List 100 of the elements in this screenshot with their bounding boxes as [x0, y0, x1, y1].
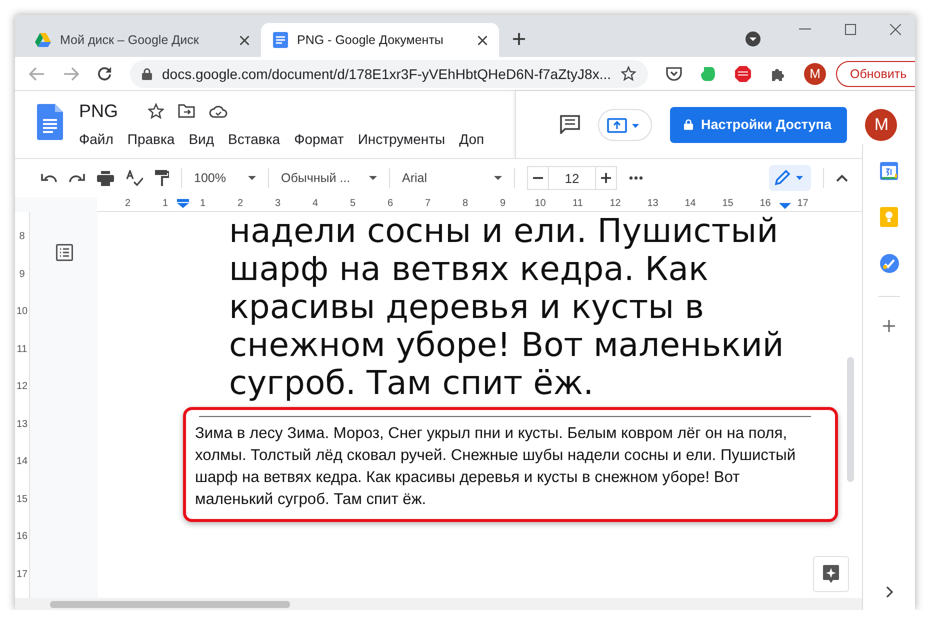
ruler-number: 10 [16, 305, 28, 319]
star-icon[interactable] [148, 103, 164, 119]
caret-icon [494, 176, 502, 180]
outline-icon[interactable] [56, 244, 72, 261]
triangle-logo-icon [35, 33, 51, 47]
ruler-number: 11 [16, 342, 28, 356]
ruler-number: 2 [236, 197, 244, 211]
redo-icon[interactable] [69, 173, 85, 183]
account-avatar[interactable]: M [865, 108, 898, 140]
menu-item[interactable]: Формат [294, 131, 344, 147]
minimize-icon[interactable] [799, 28, 811, 30]
scrollbar-thumb[interactable] [50, 600, 290, 608]
document-icon[interactable] [37, 104, 63, 140]
share-button[interactable]: Настройки Доступа [670, 106, 848, 142]
style-dropdown[interactable]: Обычный ... [281, 166, 377, 190]
menu-item[interactable]: Вставка [228, 131, 280, 147]
document-title[interactable]: PNG [79, 100, 118, 122]
indent-marker-icon[interactable] [177, 199, 189, 208]
close-icon[interactable] [240, 36, 249, 44]
reload-icon[interactable] [97, 66, 112, 81]
paint-roller-icon[interactable] [155, 170, 169, 186]
text-line: сугроб. Там спит ёж. [229, 364, 595, 402]
pocket-icon[interactable] [666, 66, 682, 81]
chevron-right-icon[interactable] [886, 586, 892, 598]
plus-icon [512, 32, 526, 46]
close-icon[interactable] [890, 24, 901, 34]
pasted-paragraph: Зима в лесу Зима. Мороз, Снег укрыл пни и кусты. Белым ковром лёг он на поля, холмы. Толстый лёд сковал ручей. Снежные шубы надели сосны и ели. Пушистый шарф на ветвях кедра. Как красивы деревья и кусты в снежном уборе! Вот маленький сугроб. Там спит ёж. [195, 424, 797, 510]
maximize-icon[interactable] [845, 24, 856, 34]
menu-item[interactable]: Файл [79, 131, 114, 147]
font-size-field[interactable]: 12 [549, 166, 595, 190]
close-icon[interactable] [478, 36, 487, 44]
profile-avatar[interactable]: M [804, 62, 826, 84]
pencil-icon [774, 170, 806, 186]
ruler-number: 13 [16, 418, 28, 432]
browser-tab[interactable]: PNG - Google Документы [261, 23, 499, 57]
editing-mode-button[interactable] [769, 165, 811, 191]
ruler-number: 5 [348, 197, 357, 211]
update-button[interactable]: Обновить [836, 60, 915, 86]
menu-item[interactable]: Правка [127, 131, 175, 147]
ruler-number: 17 [796, 197, 810, 211]
explore-button[interactable] [813, 556, 849, 592]
ruler-number: 10 [534, 197, 547, 211]
ruler-number: 9 [498, 197, 507, 211]
ruler-number: 16 [16, 530, 28, 544]
text-line: шарф на ветвях кедра. Как [229, 250, 710, 288]
folder-icon[interactable] [178, 104, 196, 118]
increase-size-button[interactable] [595, 166, 617, 190]
plus-icon[interactable] [883, 320, 895, 332]
ruler-number: 14 [16, 455, 28, 469]
ruler-number: 15 [16, 492, 28, 506]
chevron-up-icon[interactable] [836, 174, 848, 182]
ruler-number: 16 [758, 197, 772, 211]
text-line: красивы деревья и кусты в [229, 288, 706, 326]
present-button[interactable] [598, 108, 652, 140]
browser-tab[interactable]: Мой диск – Google Диск [23, 23, 261, 57]
text-line: надели сосны и ели. Пушистый [229, 212, 780, 250]
ruler-number: 7 [424, 197, 432, 211]
decrease-size-button[interactable] [527, 166, 549, 190]
star-icon[interactable] [620, 66, 636, 81]
indent-marker-icon[interactable] [779, 203, 791, 209]
ruler-number: 8 [19, 230, 25, 244]
menu-item[interactable]: Инструменты [358, 131, 446, 147]
ruler-number: 1 [198, 197, 207, 211]
dropdown-icon[interactable] [745, 31, 761, 47]
zoom-dropdown[interactable]: 100% [194, 166, 256, 190]
ruler-number: 13 [646, 197, 660, 211]
comment-icon[interactable] [560, 115, 580, 134]
lock-icon [684, 119, 693, 130]
ruler-number: 11 [572, 197, 584, 211]
text-line: снежном уборе! Вот маленький [229, 326, 785, 364]
ruler-number: 8 [461, 197, 470, 211]
sparkle-icon [823, 565, 839, 583]
font-dropdown[interactable]: Arial [402, 166, 502, 190]
url-text: docs.google.com/document/d/178E1xr3F-yVEhHbtQHeD6N-f7aZtyJ8x... [162, 66, 611, 82]
ruler-number: 17 [16, 568, 28, 582]
more-icon[interactable] [629, 176, 643, 180]
ruler-number: 6 [386, 197, 394, 211]
document-icon [273, 32, 288, 48]
print-icon[interactable] [97, 170, 114, 186]
ruler-number: 4 [311, 197, 320, 211]
scrollbar-thumb[interactable] [847, 357, 854, 482]
ruler-number: 12 [16, 380, 28, 394]
ruler-number: 15 [721, 197, 734, 211]
menu-item[interactable]: Доп [459, 131, 484, 147]
undo-icon[interactable] [41, 173, 57, 183]
ruler-number: 12 [608, 197, 622, 211]
lock-icon [142, 68, 152, 80]
ruler-number: 2 [124, 197, 132, 211]
checkmark-circle-icon[interactable] [880, 254, 898, 273]
ruler-number: 14 [684, 197, 697, 211]
address-bar[interactable]: docs.google.com/document/d/178E1xr3F-yVEhHbtQHeD6N-f7aZtyJ8x... [130, 60, 648, 88]
spellcheck-icon[interactable] [126, 170, 143, 186]
menu-item[interactable]: Вид [188, 131, 214, 147]
ruler-number: 3 [274, 197, 282, 211]
ruler-number: 9 [19, 268, 25, 282]
calendar-icon[interactable] [880, 162, 898, 180]
plus-icon [601, 173, 611, 183]
cloud-icon[interactable] [209, 104, 228, 118]
caret-icon [248, 176, 256, 180]
ruler-number: 1 [161, 197, 170, 211]
